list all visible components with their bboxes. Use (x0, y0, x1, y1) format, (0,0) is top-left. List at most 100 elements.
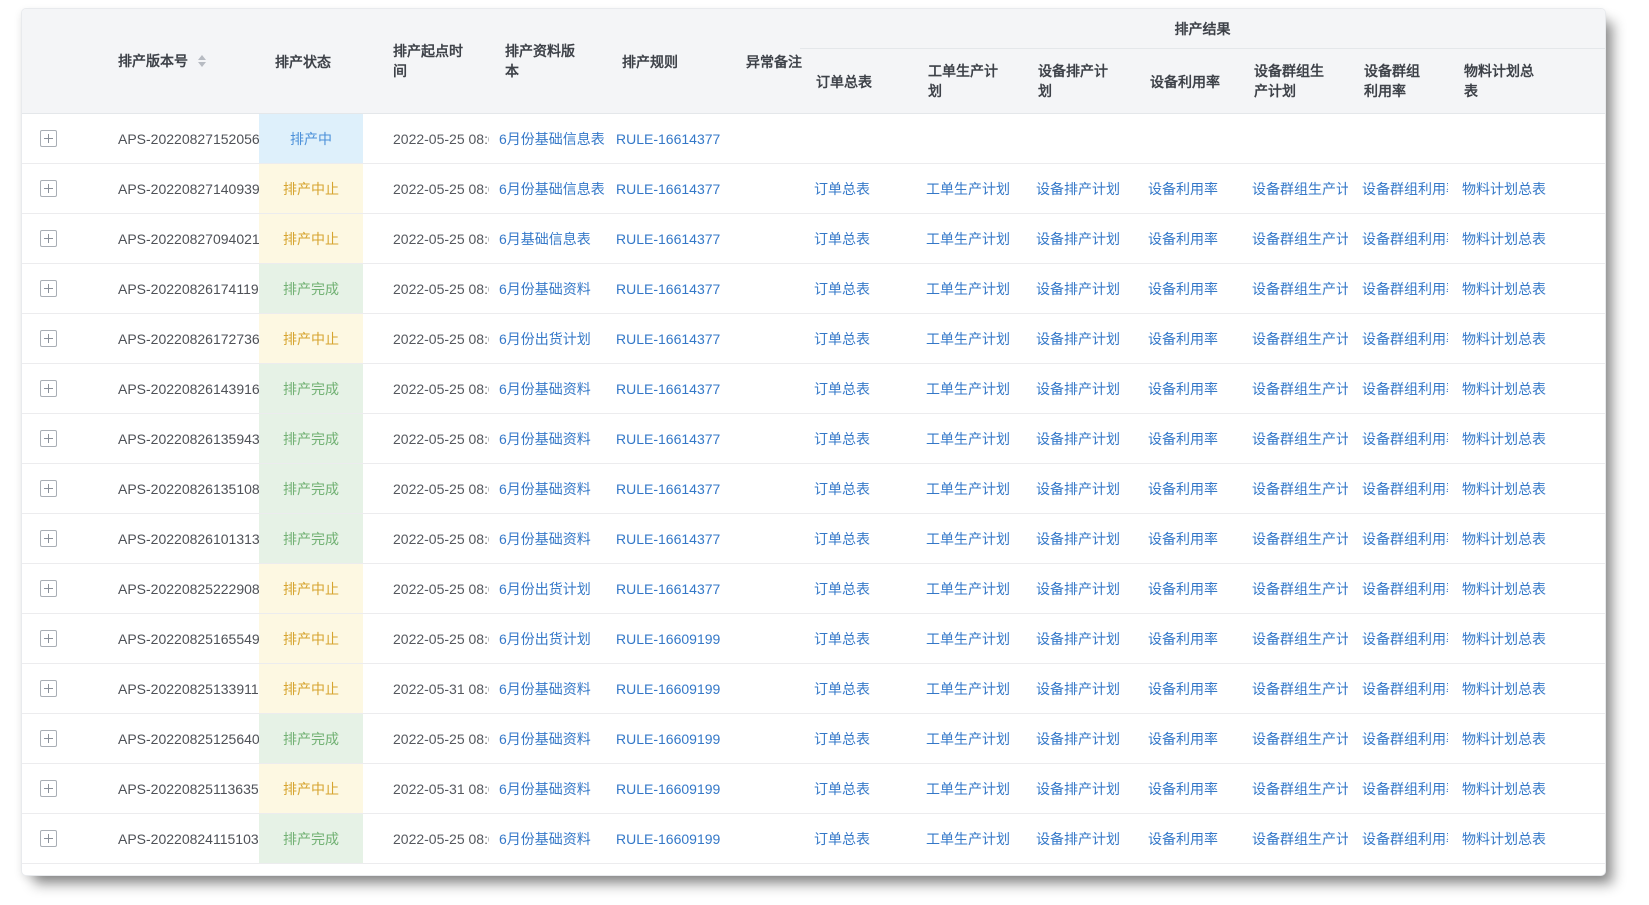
rule-link[interactable]: RULE-16614377 (616, 481, 720, 497)
result-link-equipment-plan[interactable]: 设备排产计划 (1036, 581, 1120, 597)
expand-row-button[interactable] (40, 430, 57, 447)
result-link-equipment-plan[interactable]: 设备排产计划 (1036, 281, 1120, 297)
result-link-equipment-group-utilization[interactable]: 设备群组利用率 (1362, 231, 1448, 247)
data-version-link[interactable]: 6月份基础资料 (499, 531, 591, 547)
data-version-link[interactable]: 6月份出货计划 (499, 581, 591, 597)
result-link-equipment-plan[interactable]: 设备排产计划 (1036, 231, 1120, 247)
result-link-equipment-group-utilization[interactable]: 设备群组利用率 (1362, 431, 1448, 447)
result-link-equipment-utilization[interactable]: 设备利用率 (1148, 181, 1218, 197)
result-link-workorder-plan[interactable]: 工单生产计划 (926, 231, 1010, 247)
result-link-equipment-utilization[interactable]: 设备利用率 (1148, 831, 1218, 847)
expand-row-button[interactable] (40, 330, 57, 347)
result-link-equipment-plan[interactable]: 设备排产计划 (1036, 431, 1120, 447)
rule-link[interactable]: RULE-16614377 (616, 231, 720, 247)
expand-row-button[interactable] (40, 580, 57, 597)
data-version-link[interactable]: 6月份基础资料 (499, 281, 591, 297)
result-link-workorder-plan[interactable]: 工单生产计划 (926, 181, 1010, 197)
result-link-equipment-group-utilization[interactable]: 设备群组利用率 (1362, 631, 1448, 647)
result-link-equipment-plan[interactable]: 设备排产计划 (1036, 381, 1120, 397)
expand-row-button[interactable] (40, 280, 57, 297)
data-version-link[interactable]: 6月份基础资料 (499, 731, 591, 747)
result-link-equipment-utilization[interactable]: 设备利用率 (1148, 681, 1218, 697)
result-link-order-summary[interactable]: 订单总表 (814, 681, 870, 697)
result-link-material-plan[interactable]: 物料计划总表 (1462, 481, 1546, 497)
result-link-equipment-group-utilization[interactable]: 设备群组利用率 (1362, 831, 1448, 847)
result-link-order-summary[interactable]: 订单总表 (814, 531, 870, 547)
data-version-link[interactable]: 6月份基础资料 (499, 781, 591, 797)
result-link-order-summary[interactable]: 订单总表 (814, 431, 870, 447)
sort-toggle[interactable] (198, 55, 206, 67)
expand-row-button[interactable] (40, 230, 57, 247)
data-version-link[interactable]: 6月份基础资料 (499, 481, 591, 497)
result-link-material-plan[interactable]: 物料计划总表 (1462, 581, 1546, 597)
data-version-link[interactable]: 6月份基础资料 (499, 431, 591, 447)
data-version-link[interactable]: 6月份基础资料 (499, 681, 591, 697)
result-link-workorder-plan[interactable]: 工单生产计划 (926, 281, 1010, 297)
result-link-equipment-group-plan[interactable]: 设备群组生产计划 (1252, 781, 1348, 797)
data-version-link[interactable]: 6月份出货计划 (499, 331, 591, 347)
result-link-equipment-utilization[interactable]: 设备利用率 (1148, 231, 1218, 247)
result-link-equipment-group-plan[interactable]: 设备群组生产计划 (1252, 281, 1348, 297)
result-link-equipment-group-utilization[interactable]: 设备群组利用率 (1362, 581, 1448, 597)
result-link-equipment-utilization[interactable]: 设备利用率 (1148, 281, 1218, 297)
expand-row-button[interactable] (40, 630, 57, 647)
result-link-workorder-plan[interactable]: 工单生产计划 (926, 731, 1010, 747)
rule-link[interactable]: RULE-16609199 (616, 731, 720, 747)
result-link-order-summary[interactable]: 订单总表 (814, 731, 870, 747)
result-link-material-plan[interactable]: 物料计划总表 (1462, 281, 1546, 297)
result-link-material-plan[interactable]: 物料计划总表 (1462, 631, 1546, 647)
result-link-equipment-group-utilization[interactable]: 设备群组利用率 (1362, 281, 1448, 297)
result-link-material-plan[interactable]: 物料计划总表 (1462, 381, 1546, 397)
result-link-equipment-group-plan[interactable]: 设备群组生产计划 (1252, 231, 1348, 247)
result-link-equipment-group-utilization[interactable]: 设备群组利用率 (1362, 181, 1448, 197)
result-link-workorder-plan[interactable]: 工单生产计划 (926, 481, 1010, 497)
result-link-equipment-utilization[interactable]: 设备利用率 (1148, 531, 1218, 547)
expand-row-button[interactable] (40, 380, 57, 397)
rule-link[interactable]: RULE-16609199 (616, 781, 720, 797)
result-link-equipment-group-plan[interactable]: 设备群组生产计划 (1252, 331, 1348, 347)
result-link-equipment-group-plan[interactable]: 设备群组生产计划 (1252, 831, 1348, 847)
result-link-material-plan[interactable]: 物料计划总表 (1462, 831, 1546, 847)
result-link-equipment-plan[interactable]: 设备排产计划 (1036, 181, 1120, 197)
result-link-equipment-plan[interactable]: 设备排产计划 (1036, 731, 1120, 747)
result-link-equipment-group-utilization[interactable]: 设备群组利用率 (1362, 781, 1448, 797)
result-link-equipment-group-utilization[interactable]: 设备群组利用率 (1362, 731, 1448, 747)
result-link-equipment-group-plan[interactable]: 设备群组生产计划 (1252, 581, 1348, 597)
data-version-link[interactable]: 6月基础信息表 (499, 231, 591, 247)
result-link-equipment-utilization[interactable]: 设备利用率 (1148, 581, 1218, 597)
result-link-workorder-plan[interactable]: 工单生产计划 (926, 831, 1010, 847)
result-link-equipment-group-utilization[interactable]: 设备群组利用率 (1362, 531, 1448, 547)
data-version-link[interactable]: 6月份基础资料 (499, 831, 591, 847)
expand-row-button[interactable] (40, 480, 57, 497)
result-link-equipment-group-plan[interactable]: 设备群组生产计划 (1252, 531, 1348, 547)
result-link-equipment-utilization[interactable]: 设备利用率 (1148, 481, 1218, 497)
result-link-order-summary[interactable]: 订单总表 (814, 831, 870, 847)
rule-link[interactable]: RULE-16614377 (616, 181, 720, 197)
result-link-equipment-group-plan[interactable]: 设备群组生产计划 (1252, 381, 1348, 397)
result-link-order-summary[interactable]: 订单总表 (814, 331, 870, 347)
result-link-material-plan[interactable]: 物料计划总表 (1462, 331, 1546, 347)
result-link-order-summary[interactable]: 订单总表 (814, 281, 870, 297)
result-link-equipment-group-utilization[interactable]: 设备群组利用率 (1362, 481, 1448, 497)
result-link-order-summary[interactable]: 订单总表 (814, 631, 870, 647)
data-version-link[interactable]: 6月份出货计划 (499, 631, 591, 647)
result-link-order-summary[interactable]: 订单总表 (814, 581, 870, 597)
result-link-workorder-plan[interactable]: 工单生产计划 (926, 431, 1010, 447)
result-link-equipment-utilization[interactable]: 设备利用率 (1148, 731, 1218, 747)
data-version-link[interactable]: 6月份基础信息表 (499, 181, 605, 197)
rule-link[interactable]: RULE-16609199 (616, 831, 720, 847)
result-link-material-plan[interactable]: 物料计划总表 (1462, 431, 1546, 447)
result-link-order-summary[interactable]: 订单总表 (814, 481, 870, 497)
rule-link[interactable]: RULE-16614377 (616, 131, 720, 147)
expand-row-button[interactable] (40, 780, 57, 797)
result-link-material-plan[interactable]: 物料计划总表 (1462, 781, 1546, 797)
expand-row-button[interactable] (40, 830, 57, 847)
result-link-equipment-utilization[interactable]: 设备利用率 (1148, 631, 1218, 647)
rule-link[interactable]: RULE-16609199 (616, 681, 720, 697)
result-link-equipment-utilization[interactable]: 设备利用率 (1148, 331, 1218, 347)
expand-row-button[interactable] (40, 180, 57, 197)
result-link-equipment-plan[interactable]: 设备排产计划 (1036, 781, 1120, 797)
result-link-workorder-plan[interactable]: 工单生产计划 (926, 681, 1010, 697)
result-link-equipment-group-plan[interactable]: 设备群组生产计划 (1252, 481, 1348, 497)
rule-link[interactable]: RULE-16614377 (616, 281, 720, 297)
